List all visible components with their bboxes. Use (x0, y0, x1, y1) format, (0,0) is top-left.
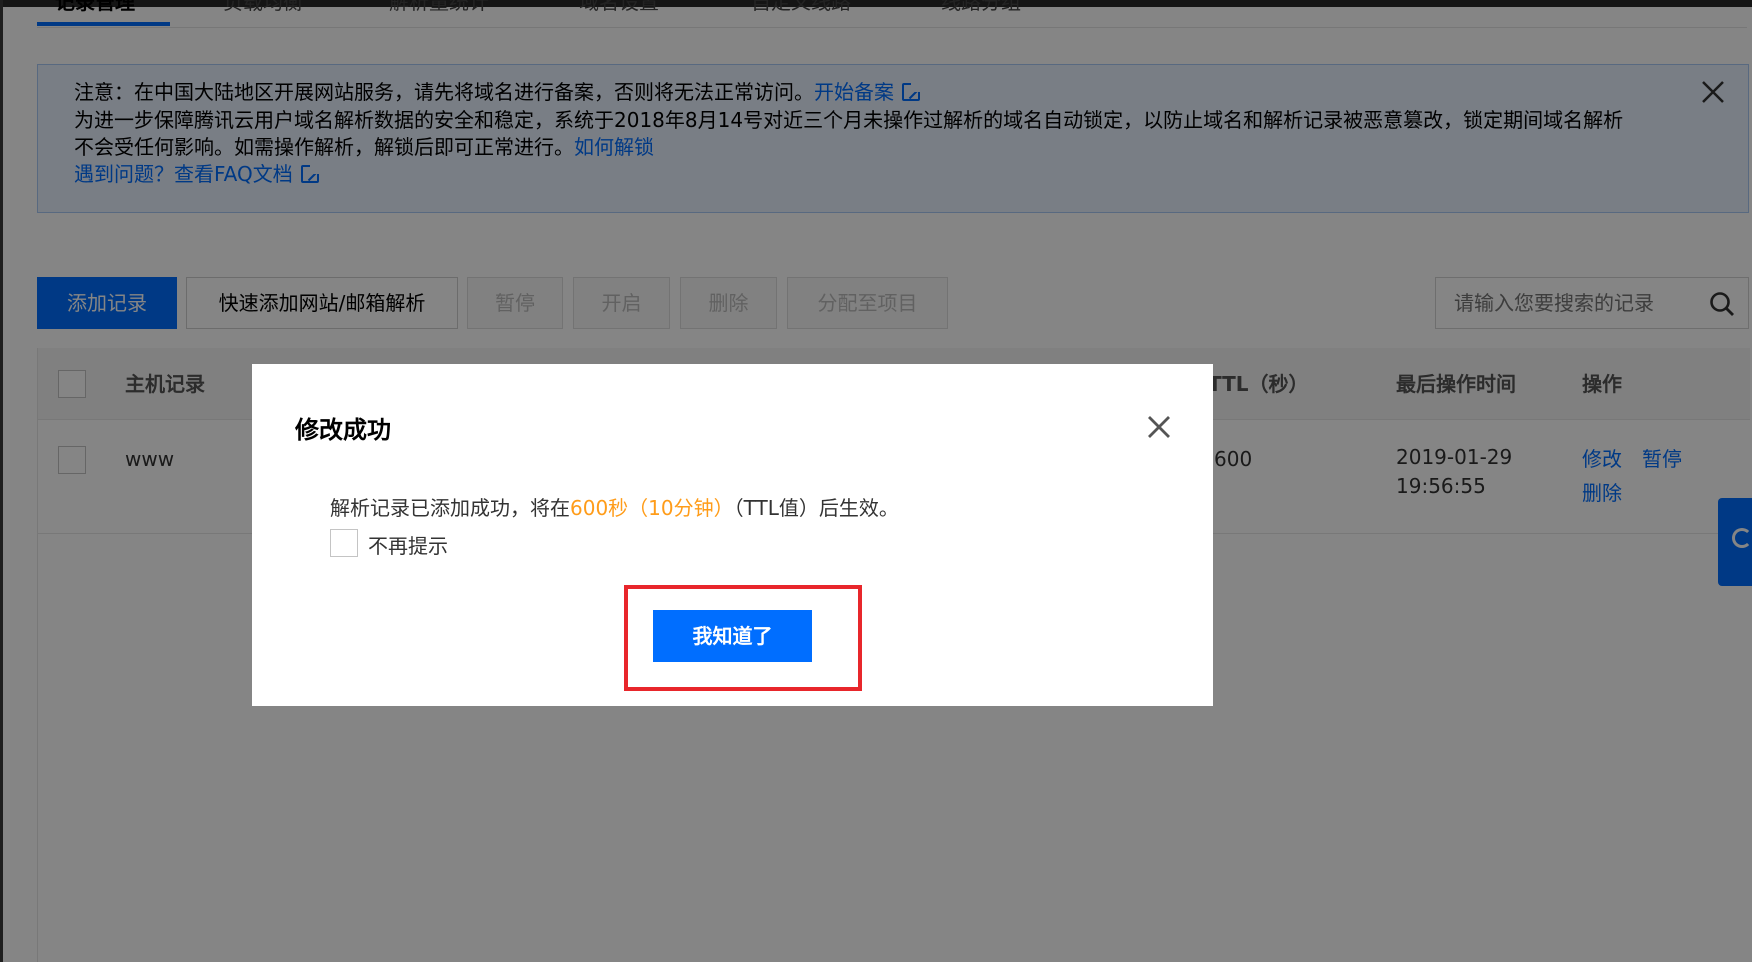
success-dialog: 修改成功 解析记录已添加成功，将在600秒（10分钟）（TTL值）后生效。 不再… (252, 364, 1213, 706)
dont-show-label: 不再提示 (368, 534, 448, 558)
close-icon[interactable] (1146, 414, 1172, 440)
acknowledge-button[interactable]: 我知道了 (653, 610, 812, 662)
dialog-message: 解析记录已添加成功，将在600秒（10分钟）（TTL值）后生效。 (330, 492, 899, 521)
ttl-highlight: 600秒（10分钟） (570, 496, 734, 520)
message-prefix: 解析记录已添加成功，将在 (330, 496, 570, 520)
dont-show-checkbox[interactable] (330, 529, 358, 557)
message-suffix: （TTL值）后生效。 (733, 496, 899, 520)
dialog-title: 修改成功 (295, 416, 391, 444)
